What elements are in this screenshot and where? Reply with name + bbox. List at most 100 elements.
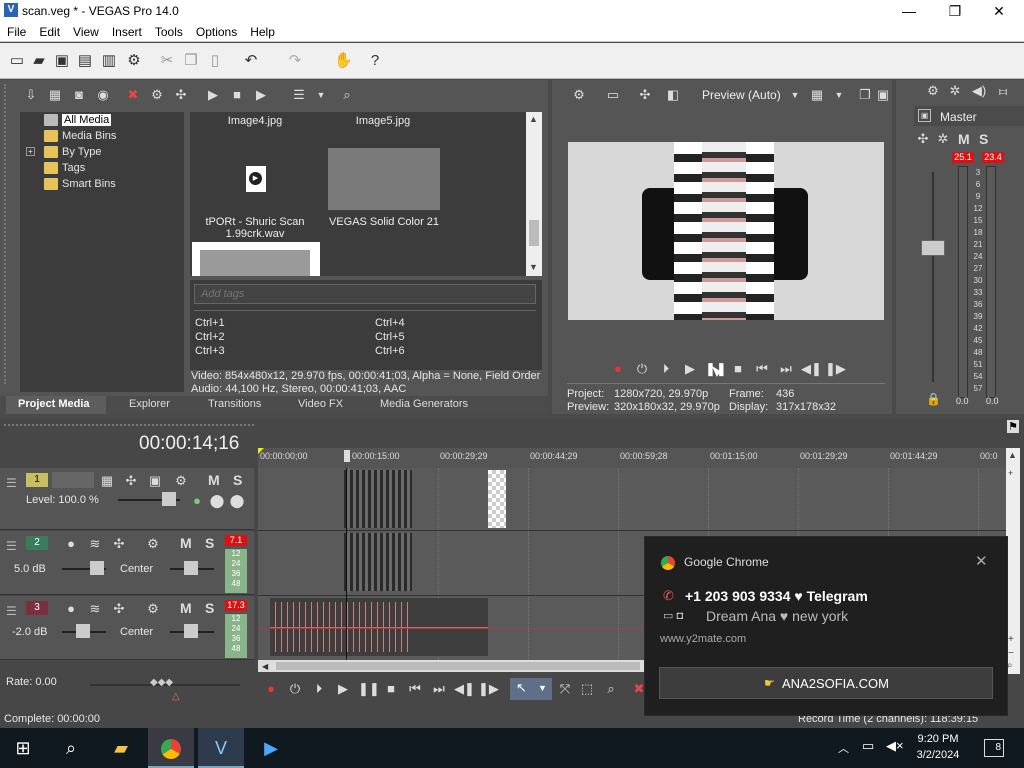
volume-slider-thumb[interactable] [76, 624, 90, 638]
tab-transitions[interactable]: Transitions [208, 398, 261, 410]
invert-phase-icon[interactable]: ≋ [86, 535, 104, 553]
tree-item-all-media[interactable]: All Media [20, 112, 184, 128]
envelope-tool-icon[interactable]: ⤧ [556, 680, 574, 698]
video-event-clip[interactable] [344, 470, 412, 528]
whats-this-help-icon[interactable]: ? [366, 52, 384, 70]
timeline-horizontal-scrollbar[interactable]: ◀ [258, 660, 648, 672]
track-3-mute-button[interactable]: M [180, 600, 192, 616]
master-fx-chain-icon[interactable]: ✲ [934, 130, 952, 148]
track-list-icon[interactable]: ⚑ [1007, 420, 1019, 433]
new-file-icon[interactable]: ▭ [8, 52, 26, 70]
capture-icon[interactable]: ▦ [46, 86, 64, 104]
timeline-vertical-scrollbar[interactable]: ⚑ ▲ + + − ⌕ [1006, 420, 1020, 674]
preview-quality-dropdown[interactable]: Preview (Auto) [702, 88, 781, 102]
render-icon[interactable]: ▥ [100, 52, 118, 70]
save-as-icon[interactable]: ▤ [76, 52, 94, 70]
track-collapse-icon[interactable]: ☰ [6, 476, 17, 490]
views-icon[interactable]: ☰ [290, 86, 308, 104]
copy-icon[interactable]: ❐ [182, 52, 200, 70]
shortcut-4[interactable]: Ctrl+4 [375, 317, 405, 329]
media-grid-scrollbar[interactable]: ▲ ▼ [526, 112, 542, 276]
pan-slider-thumb[interactable] [184, 561, 198, 575]
record-icon[interactable]: ● [262, 680, 280, 698]
track-pan-icon[interactable]: ✣ [110, 600, 128, 618]
media-item-wav-label[interactable]: tPORt - Shuric Scan 1.99crk.wav [200, 216, 310, 240]
add-tags-input[interactable] [194, 284, 536, 304]
stop-icon[interactable]: ■ [382, 680, 400, 698]
track-2-solo-button[interactable]: S [205, 535, 214, 551]
arm-record-icon[interactable]: ● [62, 600, 80, 618]
network-icon[interactable]: ▭ [862, 738, 874, 754]
media-thumbnail-selected[interactable] [192, 242, 320, 276]
playhead-handle[interactable] [344, 450, 350, 462]
master-mute-button[interactable]: M [958, 131, 970, 147]
search-icon[interactable]: ⌕ [338, 86, 356, 104]
quality-chevron-icon[interactable]: ▼ [786, 86, 804, 104]
scroll-thumb[interactable] [276, 662, 640, 670]
maximize-button[interactable]: ❐ [932, 0, 978, 22]
expand-icon[interactable]: + [26, 147, 35, 156]
arm-record-icon[interactable]: ● [62, 535, 80, 553]
zoom-in-icon[interactable]: + [1008, 468, 1013, 478]
shortcut-2[interactable]: Ctrl+2 [195, 331, 225, 343]
external-monitor-icon[interactable]: ▭ [604, 86, 622, 104]
tree-item-media-bins[interactable]: Media Bins [20, 128, 184, 144]
close-button[interactable]: ✕ [976, 0, 1022, 22]
clock-time[interactable]: 9:20 PM [916, 733, 960, 745]
show-hidden-icons[interactable]: ︿ [838, 740, 849, 756]
prev-frame-icon[interactable]: ◀❚ [801, 360, 822, 378]
lock-icon[interactable]: 🔒 [926, 392, 941, 406]
track-settings-icon[interactable]: ⚙ [144, 600, 162, 618]
parent-icon[interactable]: ⬤ [208, 492, 226, 510]
media-item-image5-label[interactable]: Image5.jpg [338, 115, 428, 127]
web-icon[interactable]: ◉ [94, 86, 112, 104]
selection-tool-icon[interactable]: ⬚ [578, 680, 596, 698]
play-icon[interactable]: ▶ [681, 360, 699, 378]
master-solo-button[interactable]: S [979, 131, 988, 147]
normal-edit-tool[interactable]: ↖ ▼ [510, 678, 552, 700]
undo-icon[interactable]: ↶ [242, 52, 260, 70]
track-1-mute-button[interactable]: M [208, 472, 220, 488]
zoom-tool-icon[interactable]: ⌕ [602, 680, 620, 698]
chrome-notification[interactable]: Google Chrome ✕ ✆ +1 203 903 9334 ♥ Tele… [644, 536, 1008, 716]
shortcut-3[interactable]: Ctrl+3 [195, 345, 225, 357]
track-collapse-icon[interactable]: ☰ [6, 604, 17, 618]
properties-gear-icon[interactable]: ⚙ [125, 52, 143, 70]
cut-icon[interactable]: ✂ [158, 52, 176, 70]
play-from-start-icon[interactable]: ⏵ [310, 680, 328, 698]
go-to-end-icon[interactable]: ⏭ [430, 680, 448, 698]
clock-date[interactable]: 3/2/2024 [914, 749, 962, 761]
pause-icon[interactable]: ❚❚ [358, 680, 380, 698]
next-frame-icon[interactable]: ❚▶ [825, 360, 846, 378]
preview-fx-icon[interactable]: ◧ [664, 86, 682, 104]
track-2-mute-button[interactable]: M [180, 535, 192, 551]
notifications-icon[interactable]: 8 [984, 739, 1004, 757]
tree-item-by-type[interactable]: + By Type [20, 144, 184, 160]
go-to-start-icon[interactable]: ⏮ [753, 360, 771, 378]
menu-tools[interactable]: Tools [148, 22, 189, 39]
tab-media-generators[interactable]: Media Generators [380, 398, 468, 410]
image-event-clip[interactable] [488, 470, 506, 528]
copy-snapshot-icon[interactable]: ❐ [856, 86, 874, 104]
audio-file-thumbnail[interactable]: ▶ [246, 166, 266, 192]
tree-item-tags[interactable]: Tags [20, 160, 184, 176]
notification-close-icon[interactable]: ✕ [975, 552, 988, 570]
volume-slider-thumb[interactable] [90, 561, 104, 575]
track-motion-icon[interactable]: ✣ [122, 472, 140, 490]
rate-slider-thumb[interactable]: ◆◆◆ [150, 677, 173, 688]
track-1-solo-button[interactable]: S [233, 472, 242, 488]
stop-media-icon[interactable]: ■ [228, 86, 246, 104]
master-pan-icon[interactable]: ✣ [914, 130, 932, 148]
track-3-solo-button[interactable]: S [205, 600, 214, 616]
peak-left-badge[interactable]: 25.1 [952, 152, 974, 163]
media-item-image4-label[interactable]: Image4.jpg [210, 115, 300, 127]
master-fader-thumb[interactable] [921, 240, 945, 256]
media-player-icon[interactable]: ▶ [248, 728, 294, 768]
prev-frame-icon[interactable]: ◀❚ [454, 680, 475, 698]
track-1-name-field[interactable] [52, 472, 94, 488]
menu-view[interactable]: View [66, 22, 105, 39]
open-folder-icon[interactable]: ▰ [30, 52, 48, 70]
file-explorer-icon[interactable]: ▰ [98, 728, 144, 768]
composite-child-icon[interactable]: ● [188, 492, 206, 510]
chrome-taskbar-icon[interactable] [148, 728, 194, 768]
